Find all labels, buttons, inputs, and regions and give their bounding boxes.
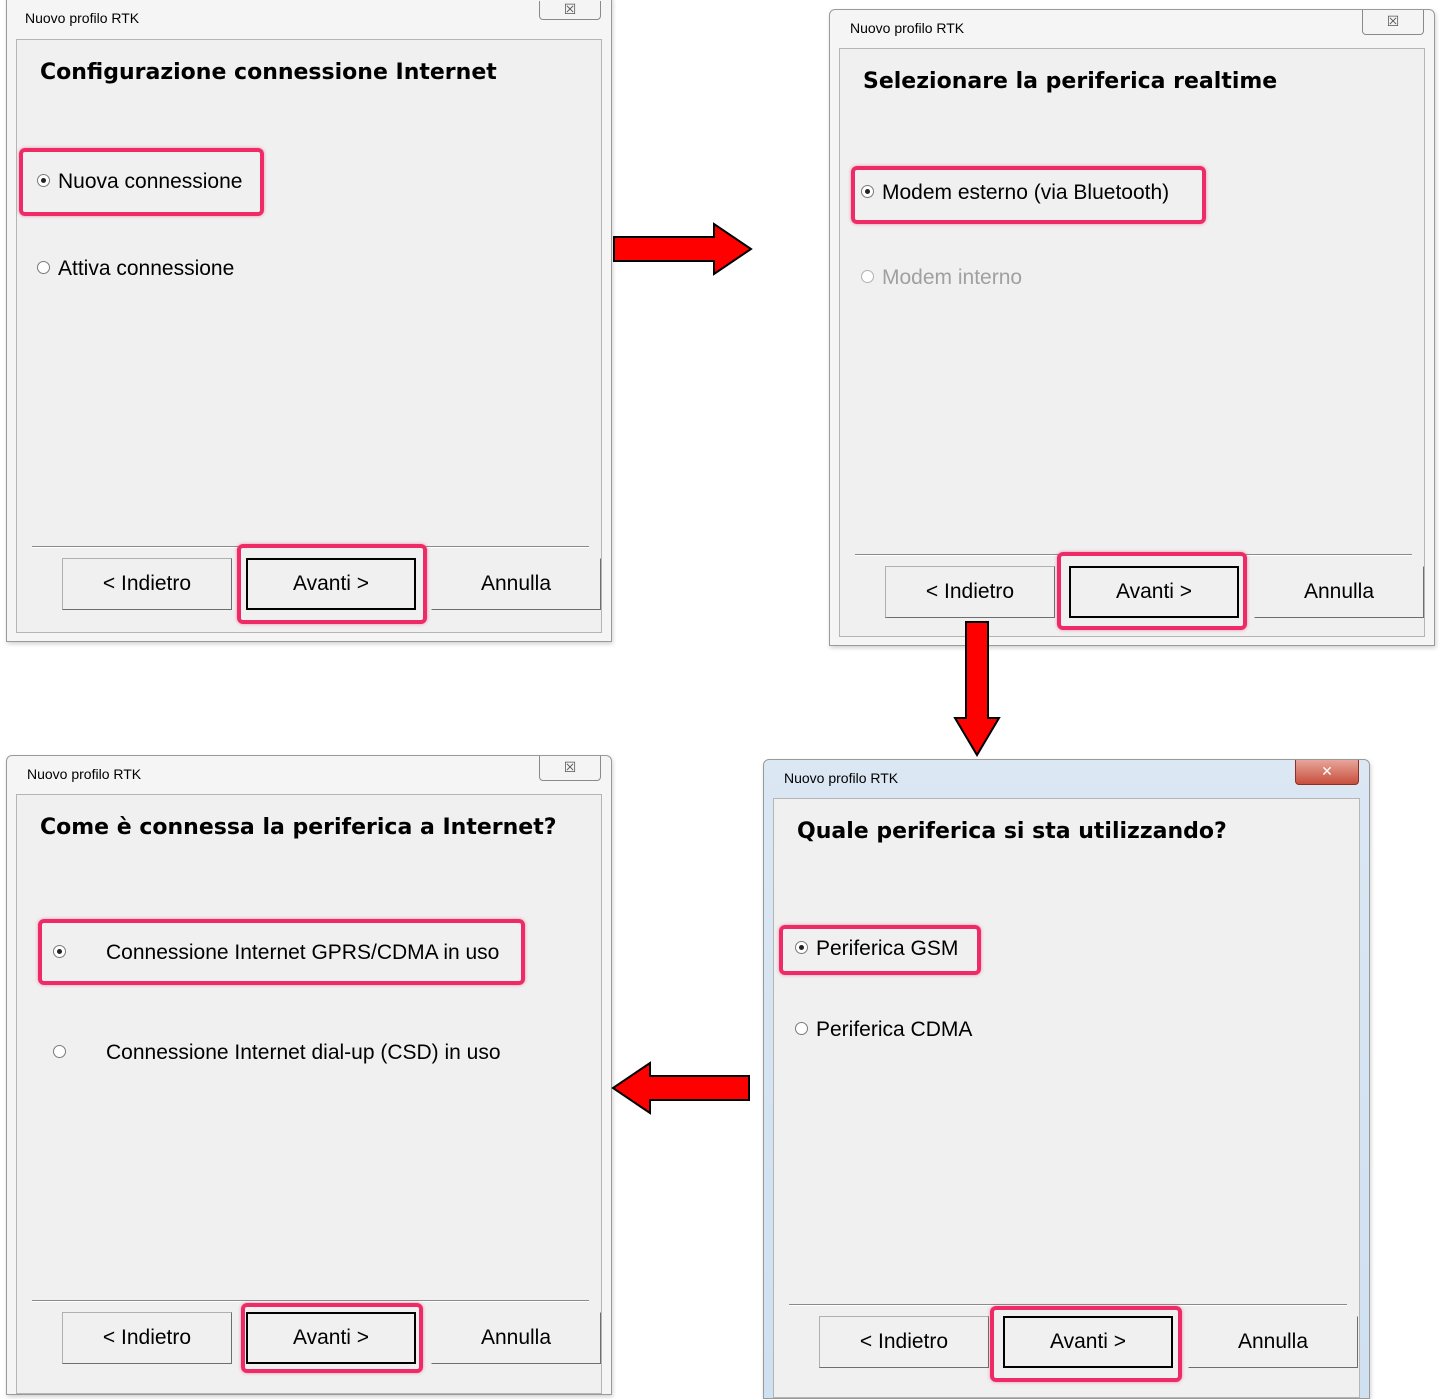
close-button[interactable]: ✕ [1295, 760, 1359, 785]
page-title: Selezionare la periferica realtime [863, 69, 1278, 94]
highlight-box [851, 166, 1206, 224]
arrow-left-icon [611, 1061, 750, 1115]
cancel-button[interactable]: Annulla [1188, 1316, 1358, 1368]
radio-label: Attiva connessione [58, 257, 235, 280]
window-title: Nuovo profilo RTK [784, 770, 899, 786]
close-button[interactable]: ☒ [539, 1, 601, 20]
radio-empty-icon[interactable] [37, 260, 50, 274]
cancel-button[interactable]: Annulla [1254, 566, 1424, 618]
page-title: Come è connessa la periferica a Internet… [40, 815, 557, 840]
title-bar[interactable]: Nuovo profilo RTK ☒ [830, 10, 1434, 40]
radio-label: Connessione Internet dial-up (CSD) in us… [106, 1041, 501, 1064]
window-title: Nuovo profilo RTK [25, 10, 140, 26]
radio-label: Periferica CDMA [816, 1018, 973, 1041]
radio-empty-icon[interactable] [53, 1044, 66, 1058]
back-button[interactable]: < Indietro [885, 566, 1055, 618]
radio-option-cdma[interactable]: Periferica CDMA [795, 1018, 972, 1042]
radio-empty-icon[interactable] [795, 1021, 808, 1035]
cancel-button[interactable]: Annulla [431, 1312, 601, 1364]
cancel-button[interactable]: Annulla [431, 558, 601, 610]
back-button[interactable]: < Indietro [62, 558, 232, 610]
page-title: Quale periferica si sta utilizzando? [797, 819, 1227, 844]
radio-label: Modem interno [882, 266, 1023, 289]
back-button[interactable]: < Indietro [62, 1312, 232, 1364]
window-title: Nuovo profilo RTK [27, 766, 142, 782]
title-bar[interactable]: Nuovo profilo RTK ✕ [764, 760, 1369, 790]
dialog-device-type: Nuovo profilo RTK ✕ Quale periferica si … [763, 759, 1370, 1399]
arrow-right-icon [613, 222, 753, 276]
separator [32, 1300, 589, 1302]
highlight-box [1057, 552, 1247, 630]
highlight-box [779, 925, 981, 975]
dialog-body: Selezionare la periferica realtime Modem… [839, 48, 1425, 637]
window-title: Nuovo profilo RTK [850, 20, 965, 36]
arrow-down-icon [953, 621, 1001, 757]
title-bar[interactable]: Nuovo profilo RTK ☒ [7, 0, 611, 26]
highlight-box [241, 1303, 423, 1373]
radio-option-activate-connection[interactable]: Attiva connessione [37, 257, 234, 281]
title-bar[interactable]: Nuovo profilo RTK ☒ [7, 756, 611, 786]
radio-option-internal-modem: Modem interno [861, 266, 1022, 290]
highlight-box [38, 919, 525, 985]
radio-option-dial-up[interactable]: Connessione Internet dial-up (CSD) in us… [53, 1041, 501, 1065]
radio-empty-icon [861, 269, 874, 283]
page-title: Configurazione connessione Internet [40, 60, 497, 85]
highlight-box [19, 148, 264, 216]
close-button[interactable]: ☒ [1362, 10, 1424, 35]
dialog-realtime-device: Nuovo profilo RTK ☒ Selezionare la perif… [829, 9, 1435, 646]
highlight-box [990, 1306, 1182, 1382]
back-button[interactable]: < Indietro [819, 1316, 989, 1368]
close-button[interactable]: ☒ [539, 756, 601, 781]
dialog-internet-connection-type: Nuovo profilo RTK ☒ Come è connessa la p… [6, 755, 612, 1395]
highlight-box [237, 544, 427, 624]
